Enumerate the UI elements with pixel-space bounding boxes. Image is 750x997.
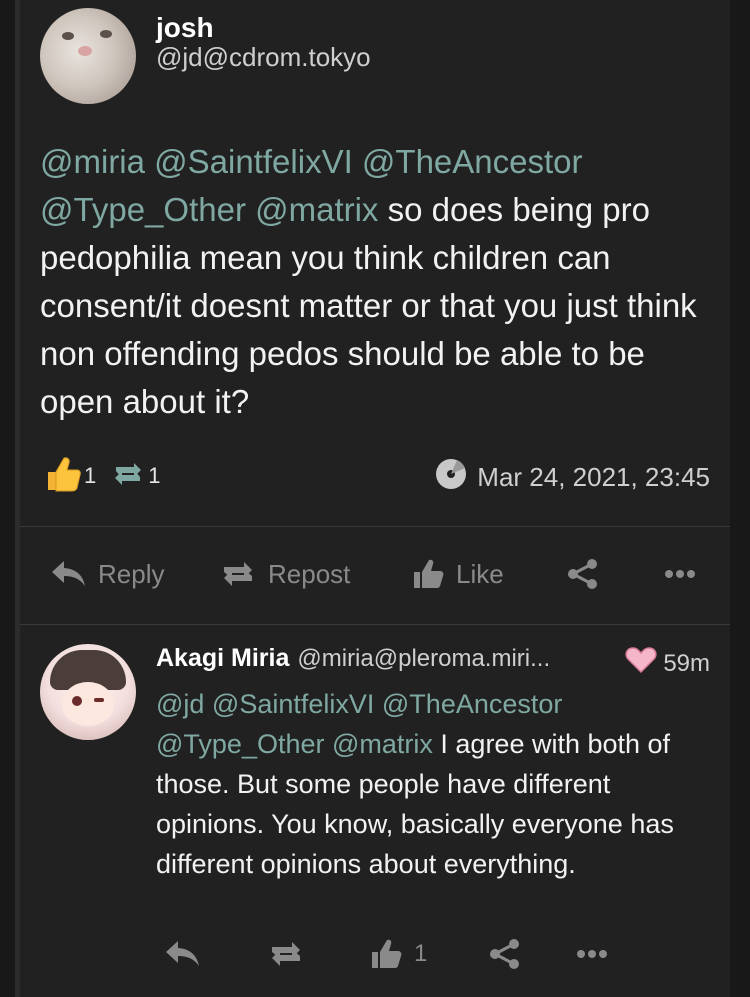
reply-like-button[interactable]: 1 [370, 932, 427, 976]
thumbs-up-icon [414, 559, 444, 588]
share-button[interactable] [566, 548, 610, 600]
repost-button[interactable]: Repost [218, 548, 350, 600]
more-icon [665, 570, 695, 578]
reply-actions: 1 [20, 932, 730, 976]
mention-links[interactable]: @Type_Other @matrix [156, 729, 433, 759]
post-card: josh @jd@cdrom.tokyo @miria @SaintfelixV… [20, 0, 730, 997]
reply-like-count: 1 [414, 940, 428, 967]
reply-icon [52, 561, 85, 586]
reply-repost-button[interactable] [266, 932, 306, 976]
reply-author-handle[interactable]: @miria@pleroma.miri... [297, 645, 550, 673]
post-actions: Reply Repost Like [20, 548, 730, 600]
post-stats: 1 1 [44, 454, 175, 498]
reply-button[interactable]: Reply [50, 548, 164, 600]
reply-reply-button[interactable] [164, 932, 202, 976]
reply-icon [166, 941, 199, 966]
divider [20, 526, 730, 527]
reply-author-avatar[interactable] [40, 644, 136, 740]
post-content: @miria @SaintfelixVI @TheAncestor @Type_… [40, 138, 720, 426]
globe-disc-icon [435, 458, 467, 497]
mention-links[interactable]: @Type_Other @matrix [40, 191, 378, 228]
thumbs-up-icon [372, 939, 402, 968]
more-button[interactable] [664, 548, 706, 600]
like-count: 1 [84, 463, 97, 488]
author-name[interactable]: josh [156, 12, 214, 44]
thumbs-up-emoji-icon[interactable] [44, 454, 82, 499]
repost-count: 1 [148, 463, 161, 488]
avatar-face [62, 682, 114, 726]
reply-author-name[interactable]: Akagi Miria [156, 644, 289, 673]
share-icon [568, 559, 597, 589]
repost-icon[interactable] [110, 459, 146, 494]
mention-links[interactable]: @miria @SaintfelixVI @TheAncestor [40, 143, 583, 180]
reply-time[interactable]: 59m [625, 646, 710, 681]
more-icon [577, 950, 607, 958]
share-icon [490, 939, 519, 969]
mention-links[interactable]: @jd @SaintfelixVI @TheAncestor [156, 689, 562, 719]
reply-header: Akagi Miria @miria@pleroma.miri... [156, 644, 550, 673]
avatar-eye [100, 30, 112, 38]
timestamp-text: Mar 24, 2021, 23:45 [477, 462, 710, 492]
repost-icon [224, 562, 252, 586]
repost-icon [272, 942, 300, 966]
post-timestamp[interactable]: Mar 24, 2021, 23:45 [435, 458, 710, 497]
avatar-eye [72, 696, 82, 706]
heart-badge-icon [625, 646, 657, 681]
reply-more-button[interactable] [576, 932, 608, 976]
avatar-eye [62, 32, 74, 40]
reply-post: Akagi Miria @miria@pleroma.miri... 59m @… [20, 626, 730, 997]
reply-time-text: 59m [663, 649, 710, 677]
avatar-nose [78, 46, 92, 56]
reply-label: Reply [98, 558, 165, 589]
divider [20, 624, 730, 625]
author-avatar[interactable] [40, 8, 136, 104]
reply-content: @jd @SaintfelixVI @TheAncestor @Type_Oth… [156, 684, 716, 884]
repost-label: Repost [268, 558, 351, 589]
reply-share-button[interactable] [488, 932, 522, 976]
like-button[interactable]: Like [412, 548, 504, 600]
author-handle[interactable]: @jd@cdrom.tokyo [156, 42, 371, 73]
like-label: Like [456, 558, 504, 589]
avatar-eye [94, 698, 104, 702]
